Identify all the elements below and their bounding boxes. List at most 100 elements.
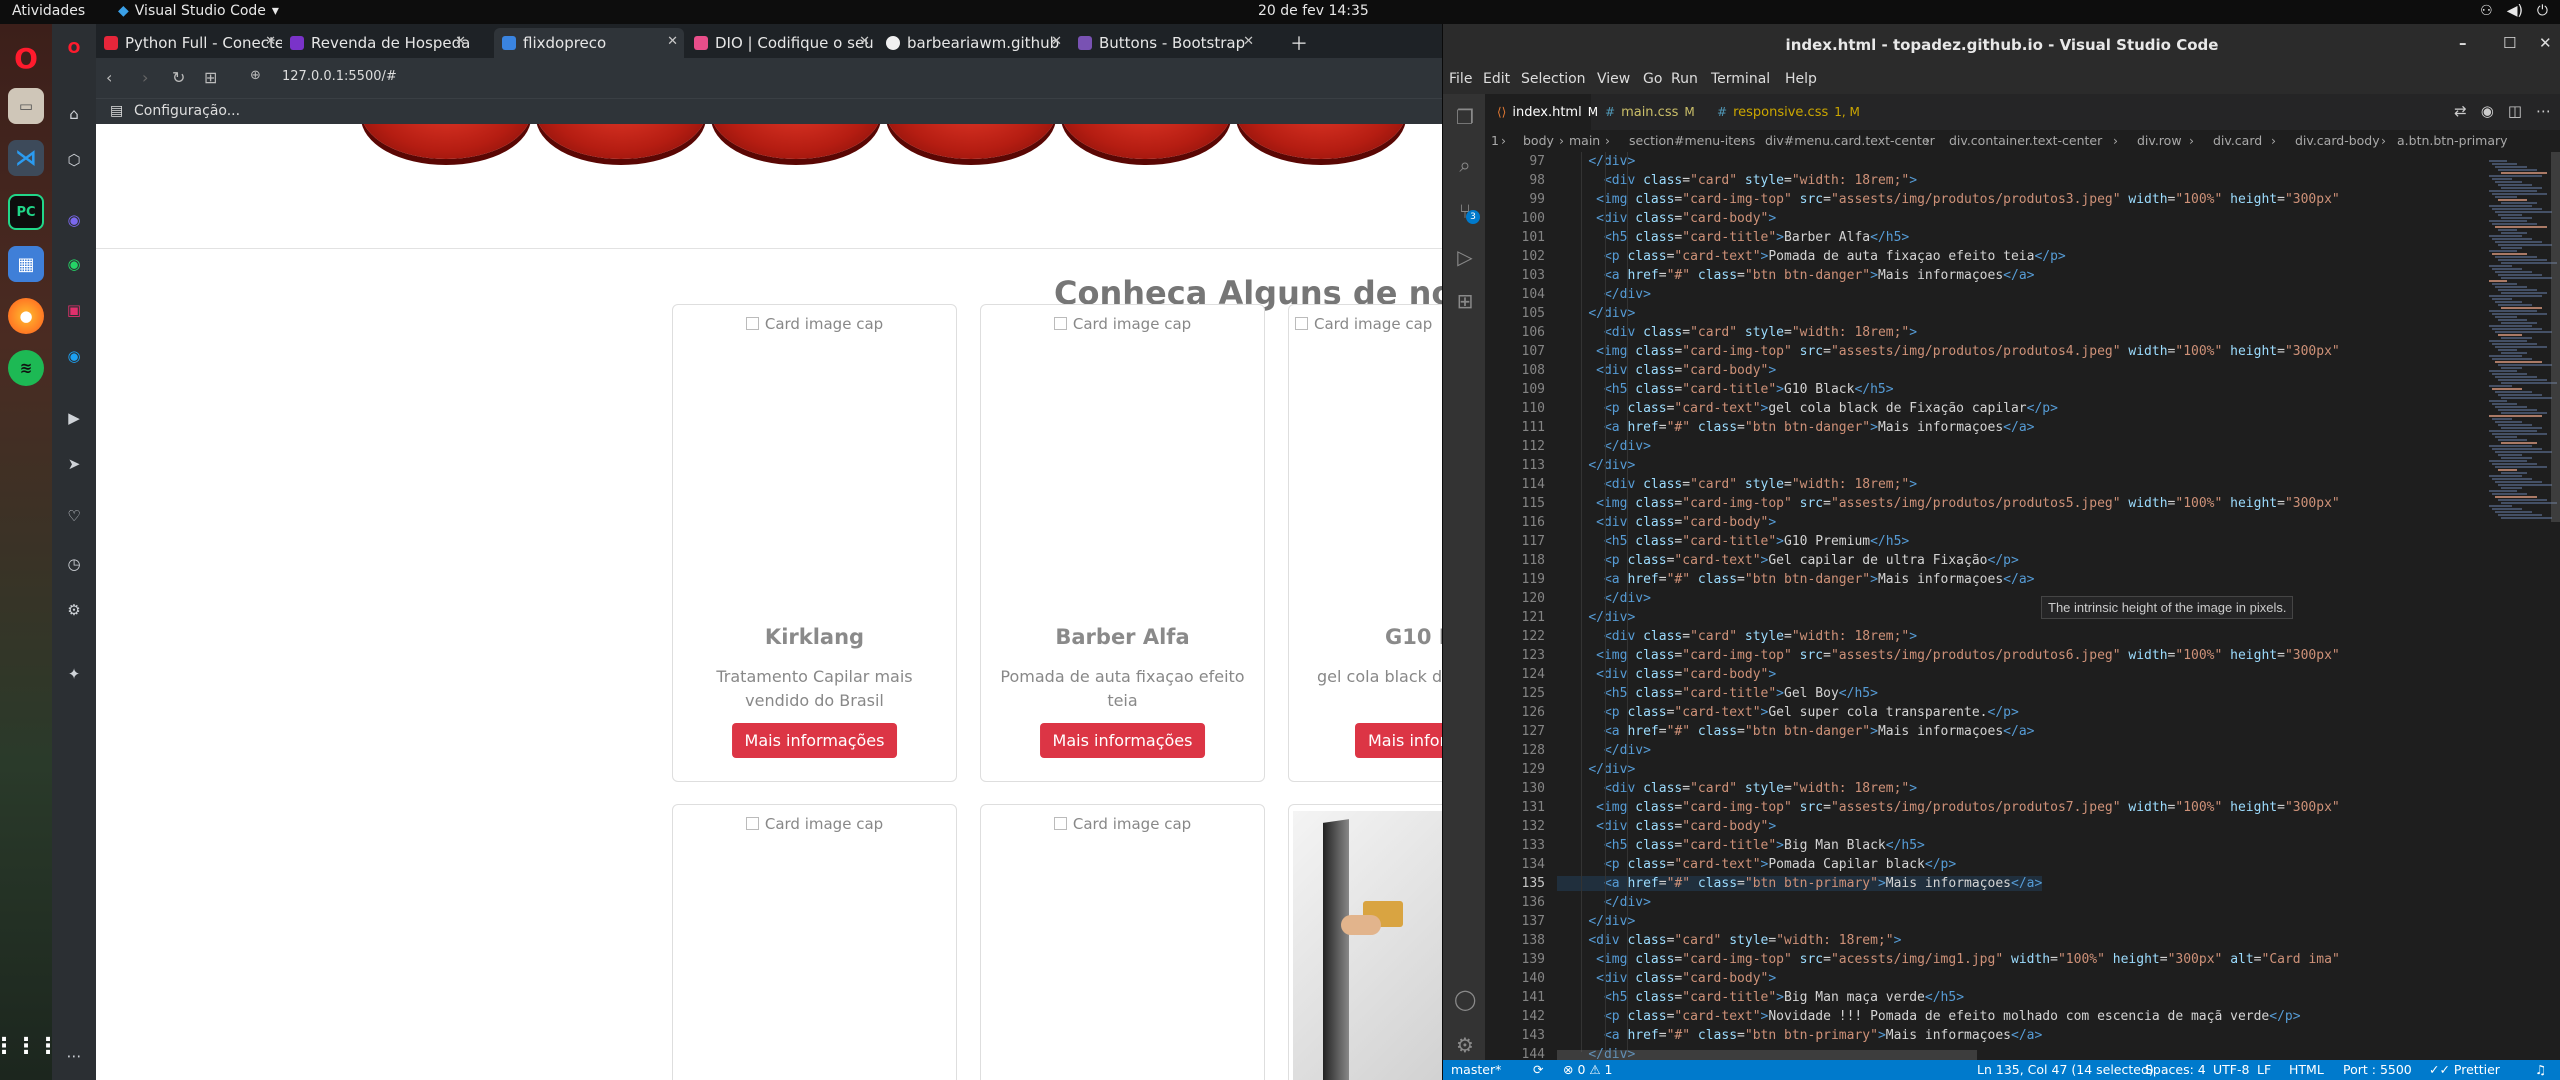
files-icon[interactable]: ▭ — [8, 88, 44, 124]
screenshot-icon[interactable]: ▦ — [8, 246, 44, 282]
bookmark-configuracao[interactable]: Configuração... — [134, 103, 240, 119]
branch-indicator[interactable]: master* — [1451, 1062, 1501, 1077]
opera-icon[interactable]: O — [8, 40, 44, 76]
history-icon[interactable]: ◷ — [64, 554, 84, 574]
code-line[interactable]: <img class="card-img-top" src="acessts/i… — [1557, 952, 2340, 967]
breadcrumb-item[interactable]: section#menu-itens — [1629, 133, 1755, 148]
cursor-position[interactable]: Ln 135, Col 47 (14 selected) — [1977, 1062, 2154, 1077]
close-icon[interactable]: ✕ — [667, 34, 678, 49]
tabs-grid-icon[interactable]: ⊞ — [204, 68, 217, 87]
code-line[interactable]: <a href="#" class="btn btn-danger">Mais … — [1557, 268, 2035, 283]
close-window-icon[interactable]: ✕ — [2539, 34, 2552, 52]
code-editor[interactable]: 97 98 99 100 101 102 103 104 105 106 107 108 109 110 1… — [1485, 152, 2560, 1060]
tab-python-full[interactable]: Python Full - Conecte ✕ — [96, 28, 282, 58]
encoding[interactable]: UTF-8 — [2213, 1062, 2249, 1077]
breadcrumb-item[interactable]: div.card — [2213, 133, 2262, 148]
code-line[interactable]: </div> — [1557, 743, 1651, 758]
breadcrumb-item[interactable]: div.card-body — [2295, 133, 2380, 148]
twitter-icon[interactable]: ◉ — [64, 346, 84, 366]
code-line[interactable]: </div> — [1557, 154, 1635, 169]
whatsapp-icon[interactable]: ◉ — [64, 254, 84, 274]
home-icon[interactable]: ⌂ — [64, 104, 84, 124]
code-line[interactable]: <div class="card" style="width: 18rem;"> — [1557, 173, 1917, 188]
code-line[interactable]: <div class="card" style="width: 18rem;"> — [1557, 325, 1917, 340]
close-icon[interactable]: ✕ — [1243, 34, 1254, 49]
notifications-bell-icon[interactable]: ♫ — [2535, 1062, 2546, 1077]
code-line[interactable]: <a href="#" class="btn btn-danger">Mais … — [1557, 572, 2035, 587]
horizontal-scrollbar[interactable] — [1557, 1050, 1977, 1060]
send-icon[interactable]: ➤ — [64, 454, 84, 474]
new-tab-button[interactable]: ＋ — [1282, 28, 1312, 58]
more-info-button[interactable]: Mais informações — [731, 723, 898, 758]
app-grid-icon[interactable]: ⋮⋮⋮ — [0, 1028, 59, 1064]
close-icon[interactable]: ✕ — [265, 34, 276, 49]
close-icon[interactable]: ✕ — [455, 34, 466, 49]
tab-flixdopreco[interactable]: flixdopreco ✕ — [494, 28, 684, 58]
tab-index-html[interactable]: ⟨⟩ index.html M — [1485, 94, 1598, 130]
code-line[interactable]: </div> — [1557, 439, 1651, 454]
end-of-line[interactable]: LF — [2257, 1062, 2271, 1077]
live-server-port[interactable]: Port : 5500 — [2343, 1062, 2412, 1077]
code-line[interactable]: </div> — [1557, 306, 1635, 321]
extensions-icon[interactable]: ⊞ — [1454, 290, 1476, 312]
problems-indicator[interactable]: ⊗ 0 ⚠ 1 — [1563, 1062, 1613, 1077]
code-line[interactable]: <div class="card" style="width: 18rem;"> — [1557, 933, 1901, 948]
favorites-heart-icon[interactable]: ♡ — [64, 506, 84, 526]
breadcrumb-item[interactable]: div#menu.card.text-center — [1765, 133, 1935, 148]
code-line[interactable]: <h5 class="card-title">G10 Black</h5> — [1557, 382, 1894, 397]
code-line[interactable]: <p class="card-text">Pomada Capilar blac… — [1557, 857, 1956, 872]
code-line[interactable]: <div class="card" style="width: 18rem;"> — [1557, 781, 1917, 796]
account-icon[interactable]: ◯ — [1454, 988, 1476, 1010]
tab-barbearia[interactable]: barbeariawm.github ✕ — [878, 28, 1068, 58]
code-line[interactable]: <p class="card-text">gel cola black de F… — [1557, 401, 2058, 416]
breadcrumb-item[interactable]: main — [1569, 133, 1600, 148]
prettier-status[interactable]: ✓✓ Prettier — [2429, 1062, 2500, 1077]
instagram-icon[interactable]: ▣ — [64, 300, 84, 320]
search-icon[interactable]: ⌕ — [1454, 154, 1476, 176]
close-icon[interactable]: ✕ — [1051, 34, 1062, 49]
menu-edit[interactable]: Edit — [1483, 71, 1510, 87]
split-editor-icon[interactable]: ◫ — [2508, 102, 2522, 120]
menu-file[interactable]: File — [1449, 71, 1472, 87]
activities-button[interactable]: Atividades — [12, 3, 85, 19]
reload-icon[interactable]: ↻ — [172, 68, 185, 87]
vertical-scrollbar[interactable] — [2551, 152, 2560, 522]
code-line[interactable]: </div> — [1557, 762, 1635, 777]
manage-gear-icon[interactable]: ⚙ — [1454, 1034, 1476, 1056]
minimize-icon[interactable]: – — [2459, 34, 2467, 52]
code-line[interactable]: <div class="card-body"> — [1557, 971, 1776, 986]
code-line[interactable]: <div class="card" style="width: 18rem;"> — [1557, 629, 1917, 644]
opera-logo-icon[interactable]: O — [64, 38, 84, 58]
close-icon[interactable]: ✕ — [859, 34, 870, 49]
more-actions-icon[interactable]: ⋯ — [2536, 102, 2551, 120]
code-line[interactable]: <img class="card-img-top" src="assests/i… — [1557, 648, 2340, 663]
code-line[interactable]: <h5 class="card-title">Barber Alfa</h5> — [1557, 230, 1909, 245]
player-icon[interactable]: ▶ — [64, 408, 84, 428]
code-line[interactable]: <img class="card-img-top" src="assests/i… — [1557, 344, 2340, 359]
breadcrumb-item[interactable]: div.container.text-center — [1949, 133, 2102, 148]
code-line[interactable]: <div class="card-body"> — [1557, 667, 1776, 682]
code-line[interactable]: <a href="#" class="btn btn-danger">Mais … — [1557, 724, 2035, 739]
go-live-icon[interactable]: ◉ — [2481, 102, 2494, 120]
source-control-icon[interactable]: ⑂ 3 — [1454, 200, 1480, 224]
tab-buttons-bootstrap[interactable]: Buttons - Bootstrap ✕ — [1070, 28, 1260, 58]
firefox-icon[interactable]: ● — [8, 298, 44, 334]
code-line[interactable]: <div class="card-body"> — [1557, 211, 1776, 226]
pycharm-icon[interactable]: PC — [8, 194, 44, 230]
tab-responsive-css[interactable]: # responsive.css 1, M — [1705, 94, 1860, 130]
messenger-icon[interactable]: ◉ — [64, 210, 84, 230]
code-line[interactable]: </div> — [1557, 287, 1651, 302]
breadcrumb-item[interactable]: div.row — [2137, 133, 2182, 148]
vscode-icon[interactable]: ⋊ — [8, 140, 44, 176]
tab-dio[interactable]: DIO | Codifique o seu ✕ — [686, 28, 876, 58]
code-line[interactable]: <p class="card-text">Pomada de auta fixa… — [1557, 249, 2066, 264]
tab-main-css[interactable]: # main.css M — [1593, 94, 1703, 130]
settings-gear-icon[interactable]: ⚙ — [64, 600, 84, 620]
menu-help[interactable]: Help — [1785, 71, 1817, 87]
explorer-icon[interactable]: ❐ — [1454, 106, 1476, 128]
more-icon[interactable]: ⋯ — [64, 1046, 84, 1066]
more-info-button[interactable]: Mais informações — [1039, 723, 1206, 758]
code-line[interactable]: <img class="card-img-top" src="assests/i… — [1557, 800, 2340, 815]
code-line[interactable]: </div> — [1557, 895, 1651, 910]
url-field[interactable]: 127.0.0.1:5500/# — [282, 69, 397, 84]
